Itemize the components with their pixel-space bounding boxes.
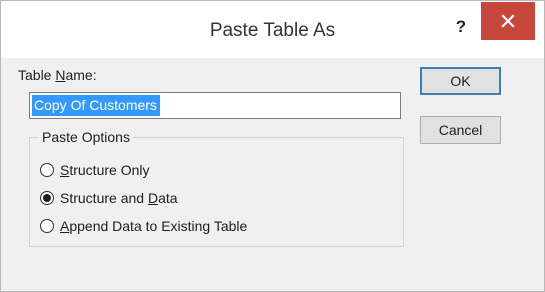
radio-button[interactable] bbox=[40, 163, 54, 177]
radio-append-data[interactable]: Append Data to Existing Table bbox=[40, 216, 247, 236]
radio-button-checked[interactable] bbox=[40, 191, 54, 205]
radio-button[interactable] bbox=[40, 219, 54, 233]
radio-label: Append Data to Existing Table bbox=[60, 218, 248, 234]
paste-options-legend: Paste Options bbox=[39, 129, 133, 145]
ok-button[interactable]: OK bbox=[420, 67, 501, 95]
paste-table-as-dialog: Paste Table As ? Table Name: Copy Of Cus… bbox=[0, 0, 545, 292]
close-icon bbox=[501, 14, 515, 28]
radio-structure-only[interactable]: Structure Only bbox=[40, 160, 149, 180]
radio-label: Structure and Data bbox=[60, 190, 178, 206]
paste-options-group: Paste Options Structure Only Structure a… bbox=[29, 129, 404, 247]
dialog-content: Table Name: Copy Of Customers Paste Opti… bbox=[18, 58, 528, 280]
help-button[interactable]: ? bbox=[449, 15, 473, 39]
cancel-button[interactable]: Cancel bbox=[420, 116, 501, 144]
table-name-value: Copy Of Customers bbox=[32, 95, 160, 116]
close-button[interactable] bbox=[481, 2, 535, 40]
radio-structure-and-data[interactable]: Structure and Data bbox=[40, 188, 178, 208]
radio-label: Structure Only bbox=[60, 162, 150, 178]
title-bar: Paste Table As ? bbox=[1, 1, 544, 58]
table-name-label: Table Name: bbox=[18, 67, 97, 83]
table-name-input[interactable]: Copy Of Customers bbox=[29, 92, 401, 119]
